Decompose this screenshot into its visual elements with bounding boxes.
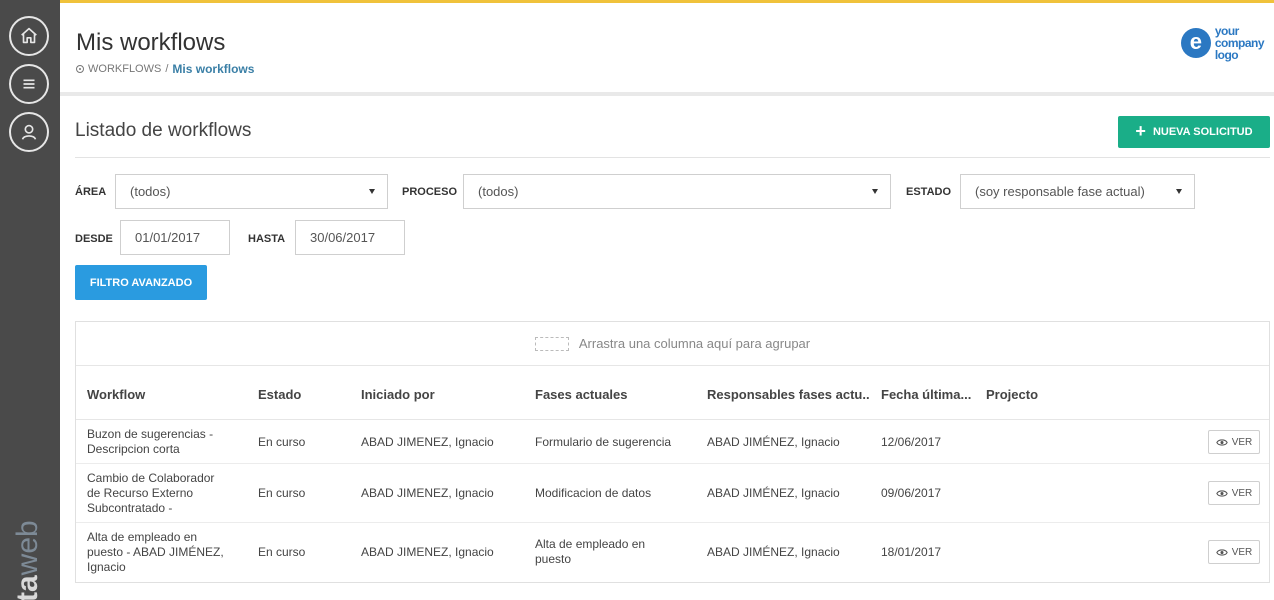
hasta-label: HASTA [248, 233, 286, 245]
chevron-down-icon [872, 189, 878, 194]
proceso-value: (todos) [478, 184, 519, 199]
section-title: Listado de workflows [75, 120, 252, 141]
new-request-button[interactable]: + NUEVA SOLICITUD [1118, 116, 1270, 148]
breadcrumb-current: Mis workflows [172, 62, 255, 76]
breadcrumb: WORKFLOWS / Mis workflows [76, 62, 254, 76]
top-header: Mis workflows WORKFLOWS / Mis workflows … [60, 0, 1274, 96]
col-estado[interactable]: Estado [258, 387, 301, 402]
cell-responsables: ABAD JIMÉNEZ, Ignacio [707, 486, 840, 500]
proceso-select[interactable]: (todos) [463, 174, 891, 209]
breadcrumb-circle-icon [76, 65, 84, 73]
chevron-down-icon [369, 189, 375, 194]
col-projecto[interactable]: Projecto [986, 387, 1038, 402]
col-workflow[interactable]: Workflow [87, 387, 145, 402]
home-button[interactable] [9, 16, 49, 56]
table-row[interactable]: Buzon de sugerencias - Descripcion corta … [76, 420, 1269, 464]
new-request-label: NUEVA SOLICITUD [1152, 126, 1253, 138]
cell-responsables: ABAD JIMÉNEZ, Ignacio [707, 545, 840, 559]
menu-button[interactable] [9, 64, 49, 104]
advanced-filter-button[interactable]: FILTRO AVANZADO [75, 265, 207, 300]
cell-responsables: ABAD JIMÉNEZ, Ignacio [707, 435, 840, 449]
menu-icon [23, 79, 35, 89]
group-column-icon [534, 336, 569, 351]
chevron-down-icon [1176, 189, 1182, 194]
table-row[interactable]: Alta de empleado en puesto - ABAD JIMÉNEZ… [76, 523, 1269, 582]
cell-fases: Modificacion de datos [535, 486, 652, 500]
group-drop-zone[interactable]: Arrastra una columna aquí para agrupar [76, 322, 1269, 366]
area-label: ÁREA [75, 186, 107, 198]
workflow-grid: Arrastra una columna aquí para agrupar W… [75, 321, 1270, 583]
desde-date-field[interactable]: 01/01/2017 [120, 220, 230, 255]
estado-label: ESTADO [906, 186, 952, 198]
estado-select[interactable]: (soy responsable fase actual) [960, 174, 1195, 209]
home-icon [21, 27, 37, 44]
area-select[interactable]: (todos) [115, 174, 388, 209]
cell-estado: En curso [258, 486, 306, 500]
breadcrumb-root[interactable]: WORKFLOWS [88, 63, 161, 75]
cell-iniciado: ABAD JIMENEZ, Ignacio [361, 435, 494, 449]
eye-icon [1216, 438, 1228, 446]
cell-fecha: 18/01/2017 [881, 545, 942, 559]
col-fecha[interactable]: Fecha última... [881, 387, 971, 402]
eye-icon [1216, 489, 1228, 497]
estado-value: (soy responsable fase actual) [975, 184, 1145, 199]
cell-fecha: 12/06/2017 [881, 435, 942, 449]
page-title: Mis workflows [76, 29, 226, 56]
sidebar: taweb [0, 0, 60, 600]
group-hint: Arrastra una columna aquí para agrupar [578, 336, 811, 351]
cell-iniciado: ABAD JIMENEZ, Ignacio [361, 545, 494, 559]
table-row[interactable]: Cambio de Colaborador de Recurso Externo S… [76, 464, 1269, 523]
brand-bold: ta [11, 575, 44, 600]
view-button[interactable]: VER [1208, 430, 1260, 454]
cell-fases: Formulario de sugerencia [535, 435, 672, 449]
company-logo: e your company logo [1180, 24, 1265, 62]
cell-fecha: 09/06/2017 [881, 486, 942, 500]
cell-iniciado: ABAD JIMENEZ, Ignacio [361, 486, 494, 500]
proceso-label: PROCESO [402, 186, 458, 198]
area-value: (todos) [130, 184, 171, 199]
plus-icon: + [1135, 121, 1146, 141]
view-button[interactable]: VER [1208, 540, 1260, 564]
cell-workflow: Cambio de Colaborador de Recurso Externo S… [87, 471, 215, 515]
user-button[interactable] [9, 112, 49, 152]
col-responsables[interactable]: Responsables fases actu.. [707, 387, 870, 402]
cell-estado: En curso [258, 435, 306, 449]
view-button[interactable]: VER [1208, 481, 1260, 505]
cell-fases: Alta de empleado en puesto [535, 537, 646, 566]
brand-light: web [11, 520, 44, 576]
breadcrumb-separator: / [165, 63, 169, 75]
grid-header: Workflow Estado Iniciado por Fases actua… [76, 366, 1269, 420]
brand-logo: taweb [3, 520, 57, 600]
desde-label: DESDE [75, 233, 113, 245]
col-fases-actuales[interactable]: Fases actuales [535, 387, 628, 402]
logo-mark: e [1180, 28, 1211, 58]
hasta-date-field[interactable]: 30/06/2017 [295, 220, 405, 255]
eye-icon [1216, 548, 1228, 556]
cell-workflow: Alta de empleado en puesto - ABAD JIMÉNEZ… [87, 530, 224, 574]
section-header: Listado de workflows + NUEVA SOLICITUD [75, 104, 1270, 158]
col-iniciado-por[interactable]: Iniciado por [361, 387, 435, 402]
cell-estado: En curso [258, 545, 306, 559]
logo-text: your company logo [1214, 24, 1265, 62]
user-icon [21, 124, 37, 140]
cell-workflow: Buzon de sugerencias - Descripcion corta [87, 427, 214, 456]
